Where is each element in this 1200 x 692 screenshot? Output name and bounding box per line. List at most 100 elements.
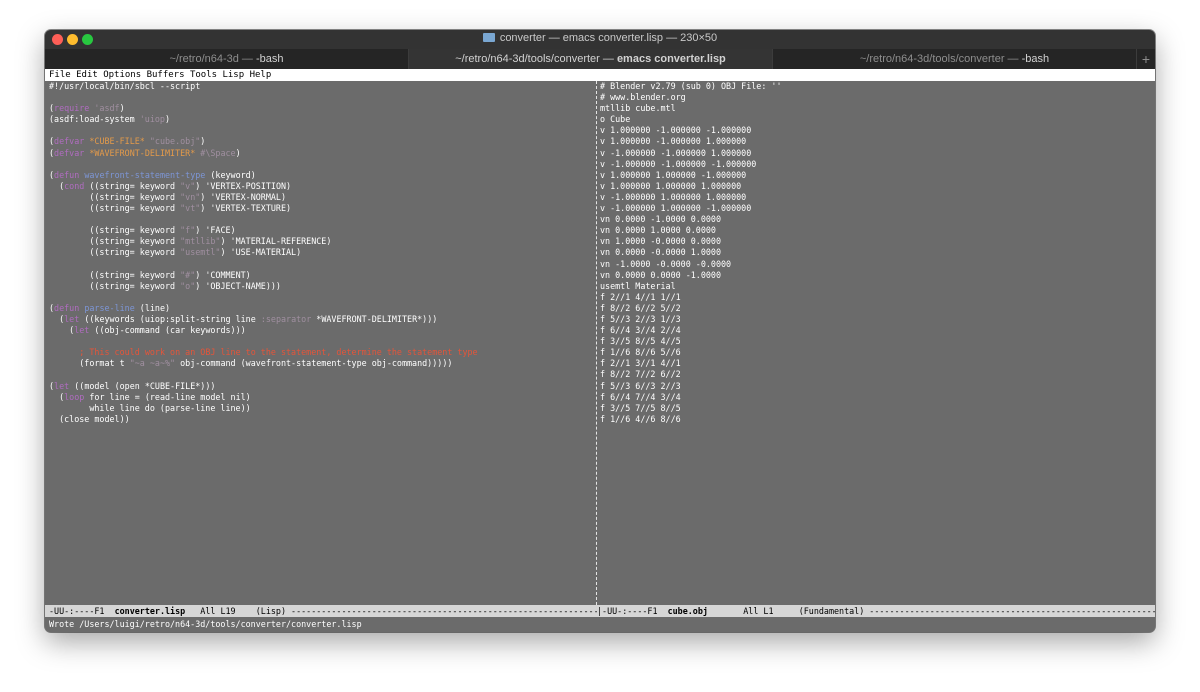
code-line[interactable]: f 3//5 8//5 4//5 — [600, 336, 1151, 347]
code-line[interactable]: ; This could work on an OBJ line to the … — [49, 347, 594, 358]
code-line[interactable] — [49, 125, 594, 136]
code-line[interactable] — [49, 92, 594, 103]
code-token: cond — [64, 180, 85, 191]
code-token: ) 'FACE) — [195, 225, 236, 236]
code-line[interactable] — [49, 292, 594, 303]
code-token: ((string= keyword — [49, 236, 181, 247]
code-token: ( — [49, 180, 65, 191]
code-line[interactable]: v 1.000000 -1.000000 -1.000000 — [600, 125, 1151, 136]
code-line[interactable]: #!/usr/local/bin/sbcl --script — [49, 81, 594, 92]
code-token: :separator — [260, 313, 312, 324]
code-line[interactable]: (let ((obj-command (car keywords))) — [49, 325, 594, 336]
menu-help[interactable]: Help — [250, 70, 272, 80]
title-bar[interactable]: converter — emacs converter.lisp — 230×5… — [45, 30, 1155, 49]
code-line[interactable]: v -1.000000 1.000000 1.000000 — [600, 192, 1151, 203]
code-line[interactable]: v -1.000000 1.000000 -1.000000 — [600, 203, 1151, 214]
code-line[interactable] — [49, 259, 594, 270]
code-token: "v" — [180, 180, 196, 191]
code-line[interactable]: ((string= keyword "mtllib") 'MATERIAL-RE… — [49, 236, 594, 247]
code-line[interactable]: while line do (parse-line line)) — [49, 403, 594, 414]
new-tab-button[interactable]: + — [1137, 49, 1155, 69]
code-line[interactable]: (loop for line = (read-line model nil) — [49, 392, 594, 403]
code-line[interactable]: v -1.000000 -1.000000 1.000000 — [600, 148, 1151, 159]
code-line[interactable]: ((string= keyword "vt") 'VERTEX-TEXTURE) — [49, 203, 594, 214]
code-line[interactable]: ((string= keyword "o") 'OBJECT-NAME))) — [49, 281, 594, 292]
code-line[interactable]: f 3//5 7//5 8//5 — [600, 403, 1151, 414]
code-line[interactable]: (defvar *WAVEFRONT-DELIMITER* #\Space) — [49, 148, 594, 159]
tab-emacs-converter[interactable]: ~/retro/n64-3d/tools/converter — emacs c… — [409, 49, 773, 69]
code-line[interactable]: (close model)) — [49, 414, 594, 425]
code-token: ) — [119, 103, 125, 114]
code-token: #!/usr/local/bin/sbcl --script — [49, 81, 201, 91]
code-line[interactable]: ((string= keyword "vn") 'VERTEX-NORMAL) — [49, 192, 594, 203]
code-line[interactable]: f 8//2 7//2 6//2 — [600, 369, 1151, 380]
code-line[interactable]: usemtl Material — [600, 281, 1151, 292]
code-line[interactable]: mtllib cube.mtl — [600, 103, 1151, 114]
tab-path: ~/retro/n64-3d — — [169, 53, 256, 65]
code-line[interactable]: v 1.000000 1.000000 1.000000 — [600, 181, 1151, 192]
menu-file[interactable]: File — [49, 70, 71, 80]
modeline-status: |-UU-:----F1 — [597, 606, 668, 616]
code-line[interactable]: v -1.000000 -1.000000 -1.000000 — [600, 159, 1151, 170]
code-line[interactable]: vn 1.0000 -0.0000 0.0000 — [600, 236, 1151, 247]
editor-pane-converter-lisp[interactable]: #!/usr/local/bin/sbcl --script (require '… — [49, 81, 594, 605]
code-line[interactable] — [49, 159, 594, 170]
code-line[interactable]: f 1//6 8//6 5//6 — [600, 347, 1151, 358]
code-line[interactable]: vn -1.0000 -0.0000 -0.0000 — [600, 259, 1151, 270]
code-line[interactable]: (cond ((string= keyword "v") 'VERTEX-POS… — [49, 181, 594, 192]
code-line[interactable]: f 5//3 6//3 2//3 — [600, 381, 1151, 392]
code-token: parse-line — [84, 302, 135, 313]
code-line[interactable]: f 6//4 3//4 2//4 — [600, 325, 1151, 336]
code-line[interactable]: vn 0.0000 -1.0000 0.0000 — [600, 214, 1151, 225]
code-line[interactable]: (format t "~a ~a~%" obj-command (wavefro… — [49, 358, 594, 369]
editor-pane-cube-obj[interactable]: # Blender v2.79 (sub 0) OBJ File: '' # ww… — [600, 81, 1151, 605]
code-line[interactable]: (defvar *CUBE-FILE* "cube.obj") — [49, 136, 594, 147]
code-line[interactable]: o Cube — [600, 114, 1151, 125]
code-line[interactable]: (require 'asdf) — [49, 103, 594, 114]
menu-buffers[interactable]: Buffers — [147, 70, 185, 80]
code-line[interactable] — [49, 369, 594, 380]
code-token: wavefront-statement-type — [84, 169, 206, 180]
menu-options[interactable]: Options — [103, 70, 141, 80]
modeline-buffer-name[interactable]: converter.lisp — [115, 606, 186, 616]
code-line[interactable]: f 5//3 2//3 1//3 — [600, 314, 1151, 325]
code-line[interactable]: f 2//1 4//1 1//1 — [600, 292, 1151, 303]
code-token: ((string= keyword — [49, 280, 181, 291]
modeline-left: -UU-:----F1 converter.lisp All L19 (Lisp… — [45, 605, 601, 617]
menu-lisp[interactable]: Lisp — [222, 70, 244, 80]
code-line[interactable]: # www.blender.org — [600, 92, 1151, 103]
code-line[interactable]: v 1.000000 1.000000 -1.000000 — [600, 170, 1151, 181]
code-token: ((model (open *CUBE-FILE*))) — [69, 380, 216, 391]
code-token: (format t — [49, 358, 130, 369]
code-line[interactable] — [49, 336, 594, 347]
code-token: ( — [49, 313, 65, 324]
menu-tools[interactable]: Tools — [190, 70, 217, 80]
code-token: *WAVEFRONT-DELIMITER*))) — [311, 313, 438, 324]
code-line[interactable]: f 2//1 3//1 4//1 — [600, 358, 1151, 369]
code-line[interactable]: v 1.000000 -1.000000 1.000000 — [600, 136, 1151, 147]
code-line[interactable]: vn 0.0000 -0.0000 1.0000 — [600, 247, 1151, 258]
code-line[interactable]: ((string= keyword "#") 'COMMENT) — [49, 270, 594, 281]
tab-bash-converter[interactable]: ~/retro/n64-3d/tools/converter — -bash — [773, 49, 1137, 69]
code-line[interactable]: (defun wavefront-statement-type (keyword… — [49, 170, 594, 181]
code-line[interactable]: vn 0.0000 1.0000 0.0000 — [600, 225, 1151, 236]
code-token: defvar — [54, 147, 85, 158]
code-line[interactable]: f 1//6 4//6 8//6 — [600, 414, 1151, 425]
modeline-buffer-name[interactable]: cube.obj — [668, 606, 708, 616]
menu-edit[interactable]: Edit — [76, 70, 98, 80]
code-line[interactable] — [49, 214, 594, 225]
code-token: ((string= keyword — [49, 203, 181, 214]
code-line[interactable]: vn 0.0000 0.0000 -1.0000 — [600, 270, 1151, 281]
code-line[interactable]: # Blender v2.79 (sub 0) OBJ File: '' — [600, 81, 1151, 92]
code-line[interactable]: f 6//4 7//4 3//4 — [600, 392, 1151, 403]
code-line[interactable]: (defun parse-line (line) — [49, 303, 594, 314]
code-line[interactable]: ((string= keyword "f") 'FACE) — [49, 225, 594, 236]
tab-bash-n64-3d[interactable]: ~/retro/n64-3d — -bash — [45, 49, 409, 69]
code-line[interactable]: ((string= keyword "usemtl") 'USE-MATERIA… — [49, 247, 594, 258]
code-line[interactable]: (let ((model (open *CUBE-FILE*))) — [49, 381, 594, 392]
code-line[interactable]: (let ((keywords (uiop:split-string line … — [49, 314, 594, 325]
code-line[interactable]: f 8//2 6//2 5//2 — [600, 303, 1151, 314]
emacs-menu-bar: File Edit Options Buffers Tools Lisp Hel… — [45, 69, 1155, 81]
code-token: 'uiop — [139, 114, 165, 125]
code-line[interactable]: (asdf:load-system 'uiop) — [49, 114, 594, 125]
